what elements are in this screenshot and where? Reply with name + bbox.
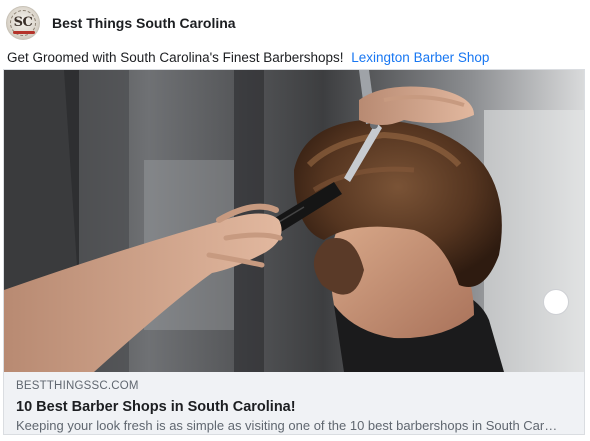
page-name-link[interactable]: Best Things South Carolina [52, 15, 236, 31]
barber-haircut-photo [4, 70, 584, 372]
avatar-logo-text: SC [13, 15, 33, 30]
avatar-swoosh [13, 31, 35, 34]
link-description: Keeping your look fresh is as simple as … [16, 418, 561, 433]
link-title[interactable]: 10 Best Barber Shops in South Carolina! [16, 399, 296, 415]
post-message: Get Groomed with South Carolina's Finest… [7, 50, 489, 65]
post-message-text: Get Groomed with South Carolina's Finest… [7, 50, 344, 65]
page-avatar[interactable]: SC [6, 6, 40, 40]
link-preview-card[interactable]: BESTTHINGSSC.COM 10 Best Barber Shops in… [3, 69, 585, 435]
link-domain: BESTTHINGSSC.COM [16, 380, 139, 392]
post-header: SC Best Things South Carolina [6, 5, 236, 41]
link-preview-circle-button[interactable] [543, 289, 569, 315]
link-preview-image[interactable] [4, 70, 584, 372]
post-message-link[interactable]: Lexington Barber Shop [351, 50, 489, 65]
link-preview-info[interactable]: BESTTHINGSSC.COM 10 Best Barber Shops in… [4, 372, 584, 434]
